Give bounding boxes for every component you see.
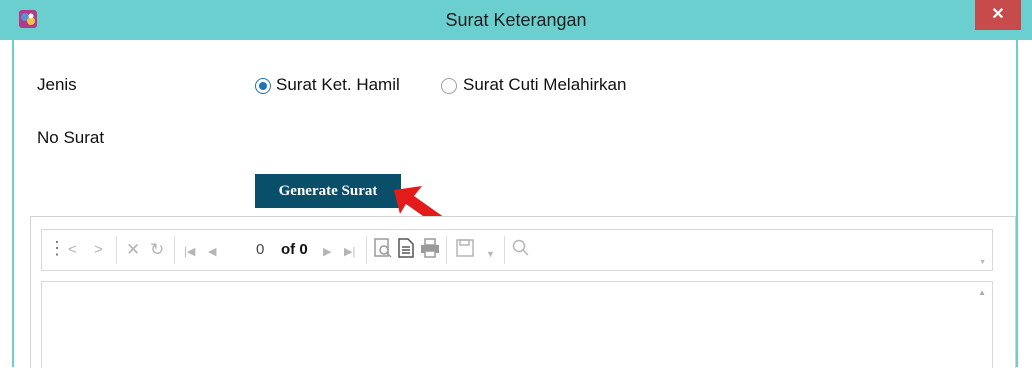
current-page-input[interactable]: 0 [256, 241, 264, 258]
prev-page-icon[interactable]: ◀ [208, 244, 216, 260]
toolbar-separator [446, 236, 447, 264]
toolbar-separator [366, 236, 367, 264]
stop-icon[interactable]: ✕ [126, 241, 140, 258]
no-surat-value [255, 126, 555, 150]
toolbar-separator [174, 236, 175, 264]
print-icon[interactable] [420, 238, 440, 262]
grip-icon: ⋮ [48, 238, 66, 258]
forward-icon[interactable]: > [94, 242, 103, 258]
search-icon[interactable] [512, 239, 530, 261]
close-icon: ✕ [991, 6, 1005, 23]
scroll-up-icon[interactable]: ▲ [978, 288, 986, 297]
page-count: of 0 [281, 241, 308, 258]
close-button[interactable]: ✕ [975, 0, 1021, 30]
radio-surat-cuti-melahirkan[interactable] [441, 78, 457, 94]
toolbar-overflow-icon[interactable]: ▼ [979, 255, 986, 271]
viewer-toolbar: ⋮ < > ✕ ↻ |◀ ◀ 0 of 0 ▶ ▶| ▼ ▼ [41, 229, 993, 271]
dropdown-icon[interactable]: ▼ [486, 246, 495, 262]
print-layout-icon[interactable] [374, 238, 392, 262]
radio-surat-ket-hamil[interactable] [255, 78, 271, 94]
radio-label-surat-ket-hamil[interactable]: Surat Ket. Hamil [276, 75, 400, 95]
window-title: Surat Keterangan [445, 10, 587, 30]
next-page-icon[interactable]: ▶ [323, 244, 331, 260]
window-frame-left [12, 40, 14, 367]
no-surat-label: No Surat [37, 128, 105, 147]
generate-surat-button[interactable]: Generate Surat [255, 174, 401, 208]
jenis-label: Jenis [37, 75, 77, 94]
radio-label-surat-cuti-melahirkan[interactable]: Surat Cuti Melahirkan [463, 75, 626, 95]
title-bar: Surat Keterangan ✕ [0, 0, 1032, 40]
refresh-icon[interactable]: ↻ [150, 241, 164, 258]
report-content-area[interactable]: ▲ [41, 281, 993, 368]
first-page-icon[interactable]: |◀ [184, 244, 195, 260]
last-page-icon[interactable]: ▶| [344, 244, 355, 260]
window-frame-right [1016, 40, 1018, 367]
page-setup-icon[interactable] [398, 238, 414, 262]
toolbar-separator [116, 236, 117, 264]
back-icon[interactable]: < [68, 242, 77, 258]
toolbar-separator [504, 236, 505, 264]
save-icon[interactable] [456, 239, 474, 261]
